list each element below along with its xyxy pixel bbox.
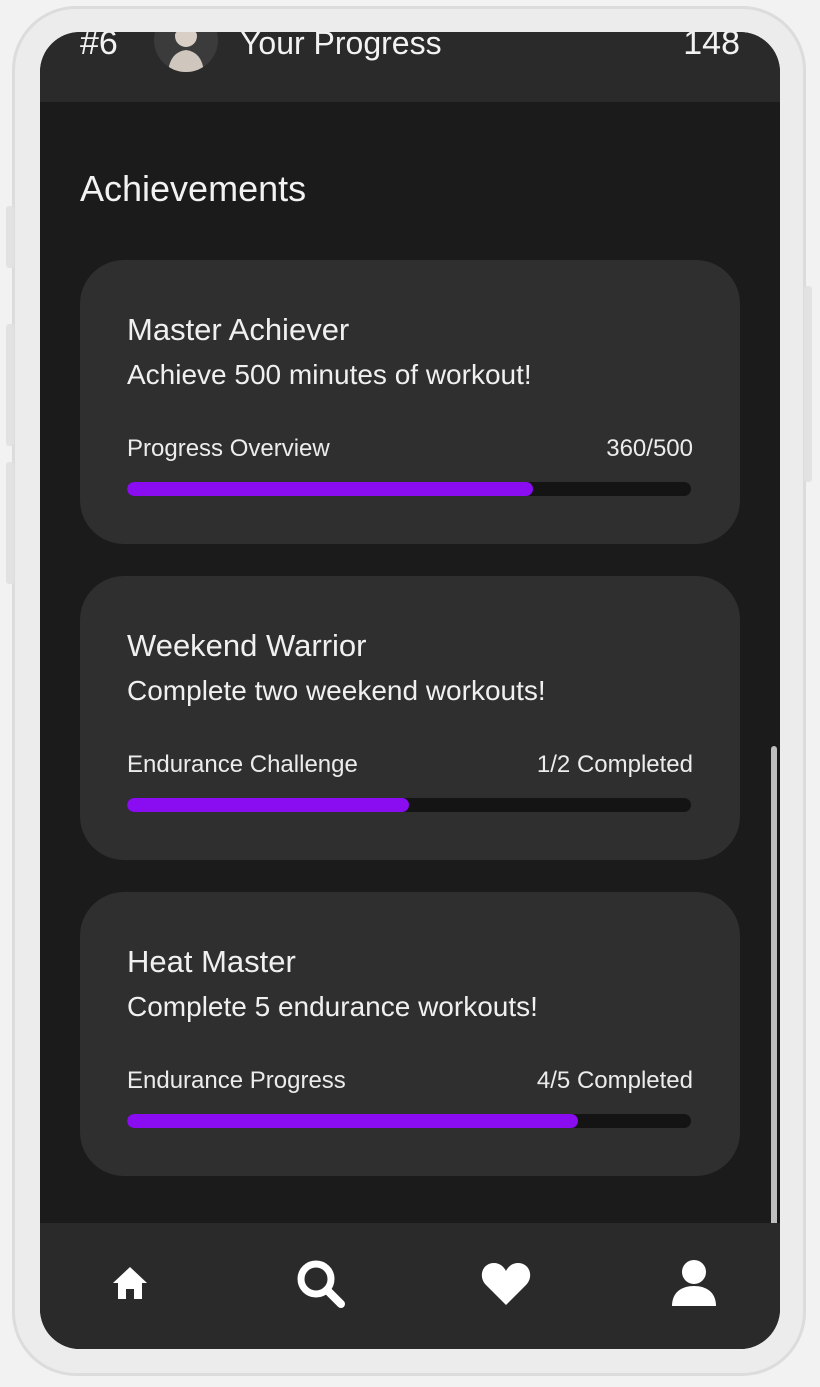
nav-profile-button[interactable] [664, 1253, 724, 1313]
achievement-description: Achieve 500 minutes of workout! [127, 359, 532, 390]
avatar[interactable] [154, 32, 218, 72]
header-title: Your Progress [240, 32, 442, 61]
search-icon [297, 1260, 345, 1308]
side-button [6, 324, 14, 446]
section-title: Achievements [80, 168, 307, 209]
achievement-title: Weekend Warrior [127, 628, 367, 663]
app-screen: #6 Your Progress 148 Achievements Master… [40, 32, 780, 1349]
progress-bar [127, 482, 691, 496]
achievement-card[interactable]: Weekend Warrior Complete two weekend wor… [80, 576, 740, 860]
nav-search-button[interactable] [290, 1253, 350, 1313]
progress-header[interactable]: #6 Your Progress 148 [40, 32, 780, 102]
achievement-title: Master Achiever [127, 312, 350, 347]
progress-bar [127, 1114, 691, 1128]
side-button [6, 462, 14, 584]
score-value: 148 [683, 32, 740, 62]
achievement-description: Complete two weekend workouts! [127, 675, 546, 706]
nav-favorites-button[interactable] [476, 1253, 536, 1313]
progress-value: 1/2 Completed [536, 751, 693, 778]
achievement-title: Heat Master [127, 944, 296, 979]
progress-value: 360/500 [606, 435, 693, 462]
nav-home-button[interactable] [100, 1253, 160, 1313]
progress-label: Endurance Challenge [127, 751, 358, 778]
progress-bar-fill [127, 482, 534, 496]
heart-icon [481, 1263, 531, 1305]
home-icon [113, 1267, 147, 1299]
progress-bar-fill [127, 798, 409, 812]
side-button [6, 206, 14, 268]
user-icon [672, 1260, 716, 1306]
progress-bar-fill [127, 1114, 579, 1128]
achievement-card[interactable]: Heat Master Complete 5 endurance workout… [80, 892, 740, 1176]
side-button [804, 286, 812, 482]
achievement-card[interactable]: Master Achiever Achieve 500 minutes of w… [80, 260, 740, 544]
progress-value: 4/5 Completed [536, 1067, 693, 1094]
bottom-navigation [40, 1223, 780, 1349]
progress-bar [127, 798, 691, 812]
progress-label: Progress Overview [127, 435, 330, 462]
avatar-portrait-icon [154, 32, 218, 72]
progress-label: Endurance Progress [127, 1067, 346, 1094]
achievement-description: Complete 5 endurance workouts! [127, 991, 538, 1022]
rank-label: #6 [80, 32, 118, 62]
